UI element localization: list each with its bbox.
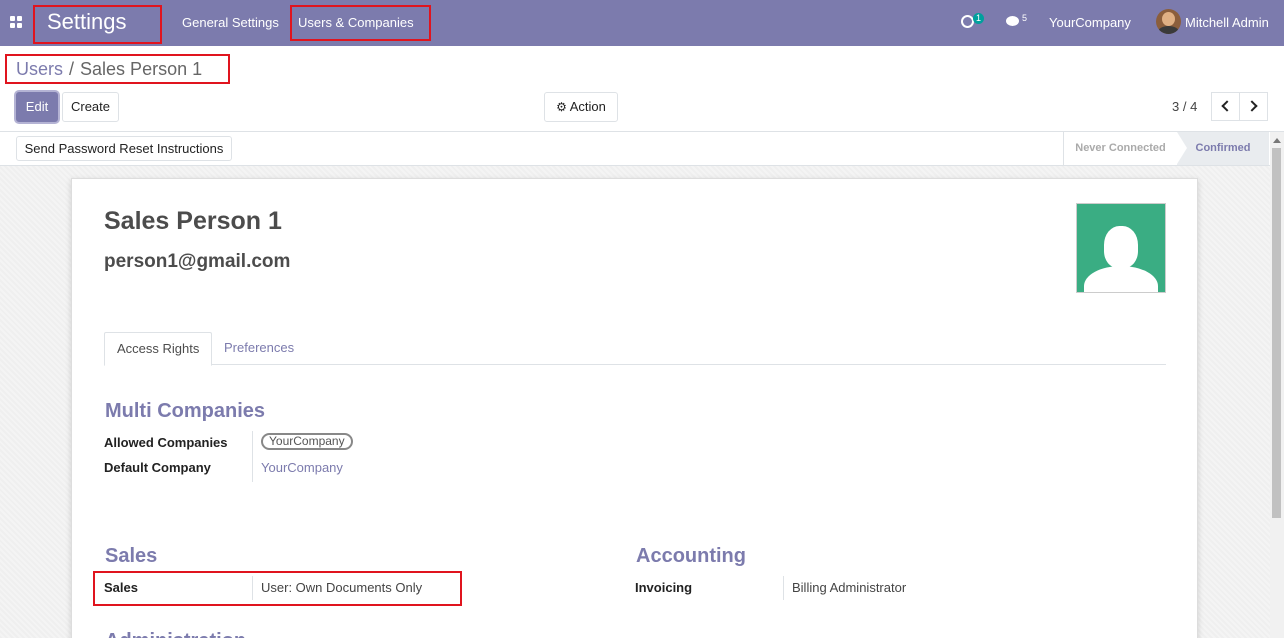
edit-button[interactable]: Edit bbox=[16, 92, 58, 122]
photo-head-shape bbox=[1104, 226, 1138, 268]
section-title-administration: Administration bbox=[105, 630, 246, 638]
user-photo-placeholder-icon[interactable] bbox=[1076, 203, 1166, 293]
apps-menu-icon[interactable] bbox=[10, 16, 22, 28]
action-label: Action bbox=[569, 99, 606, 114]
scroll-up-icon[interactable] bbox=[1273, 138, 1281, 143]
action-button[interactable]: ⚙ Action bbox=[544, 92, 618, 122]
send-password-reset-button[interactable]: Send Password Reset Instructions bbox=[16, 136, 232, 161]
pager-next-button[interactable] bbox=[1239, 92, 1268, 121]
chevron-left-icon bbox=[1221, 100, 1233, 112]
user-login-field: person1@gmail.com bbox=[104, 251, 291, 272]
default-company-label: Default Company bbox=[104, 460, 211, 475]
status-confirmed: Confirmed bbox=[1177, 132, 1269, 165]
create-button[interactable]: Create bbox=[62, 92, 119, 122]
activity-count-badge: 1 bbox=[973, 13, 985, 24]
photo-body-shape bbox=[1084, 266, 1158, 292]
highlight-box-app-title bbox=[33, 5, 162, 44]
field-divider bbox=[252, 431, 253, 482]
messages-icon[interactable] bbox=[1006, 16, 1019, 26]
allowed-companies-tag[interactable]: YourCompany bbox=[261, 433, 353, 450]
highlight-box-sales bbox=[93, 571, 462, 606]
status-never-connected: Never Connected bbox=[1063, 132, 1177, 165]
chevron-right-icon bbox=[1246, 100, 1258, 112]
top-navbar: Settings General Settings Users & Compan… bbox=[0, 0, 1284, 46]
notebook-tabs: Access Rights Preferences bbox=[104, 332, 1166, 366]
company-switcher[interactable]: YourCompany bbox=[1049, 15, 1131, 30]
scrollbar-thumb[interactable] bbox=[1272, 148, 1281, 518]
tab-preferences[interactable]: Preferences bbox=[212, 332, 306, 365]
invoicing-label: Invoicing bbox=[635, 580, 693, 595]
section-title-sales: Sales bbox=[105, 545, 158, 567]
allowed-companies-label: Allowed Companies bbox=[104, 435, 228, 450]
section-title-accounting: Accounting bbox=[636, 545, 746, 567]
pager-previous-button[interactable] bbox=[1211, 92, 1240, 121]
form-statusbar: Send Password Reset Instructions Never C… bbox=[0, 131, 1284, 166]
user-name-field: Sales Person 1 bbox=[104, 207, 282, 235]
scrollbar[interactable] bbox=[1270, 132, 1284, 638]
user-menu[interactable]: Mitchell Admin bbox=[1185, 15, 1269, 30]
tab-access-rights[interactable]: Access Rights bbox=[104, 332, 213, 366]
pager-value[interactable]: 3 / 4 bbox=[1172, 99, 1197, 114]
user-avatar[interactable] bbox=[1156, 9, 1181, 34]
status-arrow bbox=[1177, 132, 1187, 164]
section-title-multi-companies: Multi Companies bbox=[105, 400, 266, 422]
form-sheet: Sales Person 1 person1@gmail.com Access … bbox=[71, 178, 1198, 638]
messages-count-badge: 5 bbox=[1022, 13, 1028, 23]
highlight-box-breadcrumb bbox=[5, 54, 230, 84]
default-company-link[interactable]: YourCompany bbox=[261, 460, 343, 475]
gear-icon: ⚙ bbox=[556, 100, 567, 114]
menu-general-settings[interactable]: General Settings bbox=[182, 15, 279, 30]
invoicing-access-value: Billing Administrator bbox=[792, 580, 907, 595]
highlight-box-users-companies bbox=[290, 5, 431, 41]
field-divider bbox=[783, 576, 784, 600]
